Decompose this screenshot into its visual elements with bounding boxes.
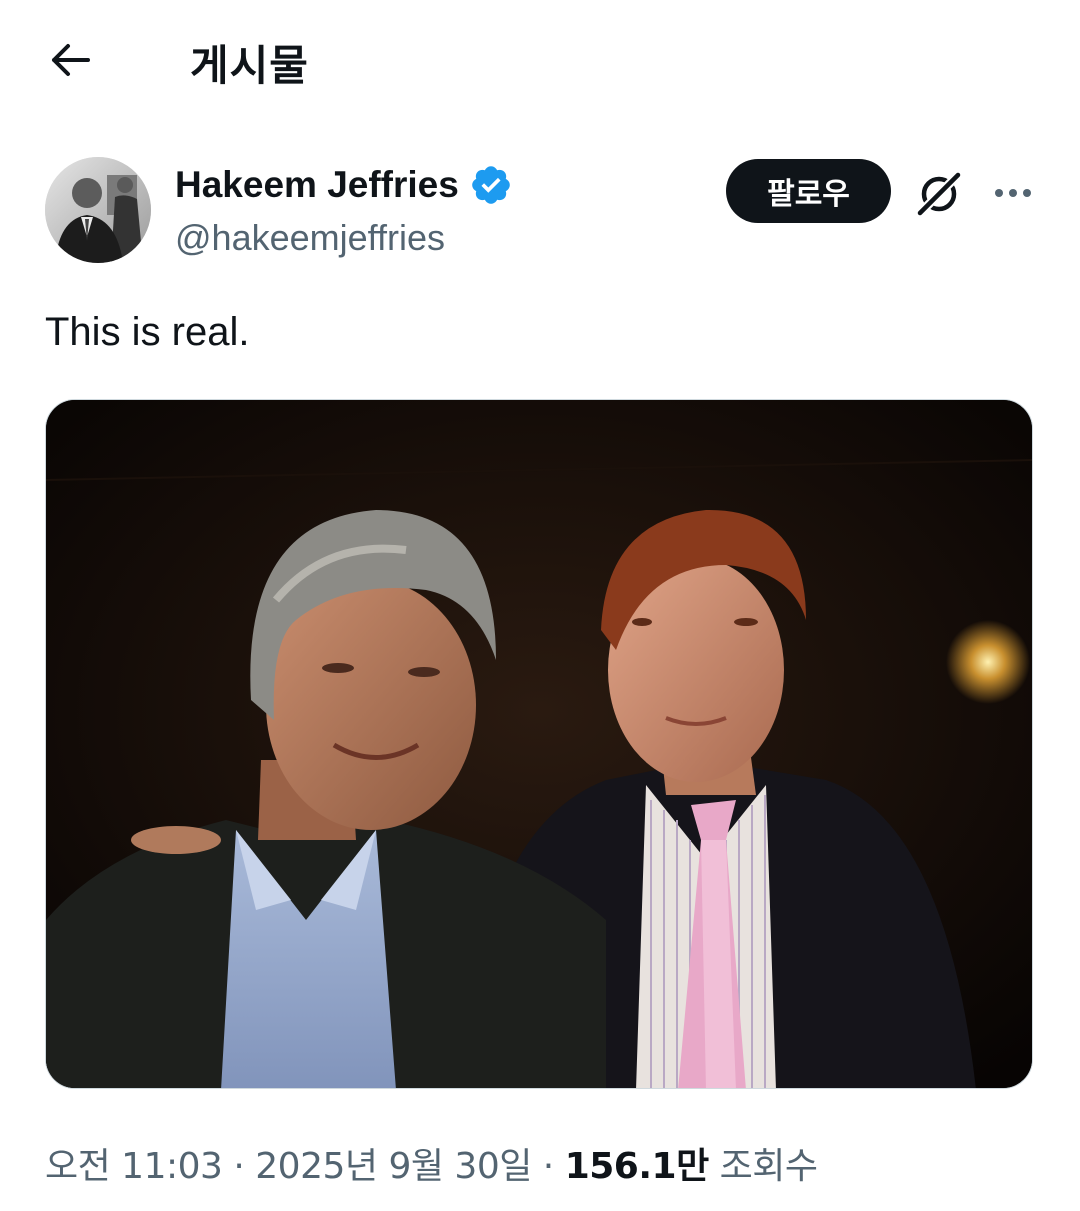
back-button[interactable]	[40, 30, 100, 90]
verified-badge-icon	[472, 166, 510, 204]
arrow-left-icon	[52, 44, 90, 76]
display-name-text: Hakeem Jeffries	[175, 164, 459, 205]
grok-button[interactable]	[910, 165, 968, 223]
photo-image	[46, 400, 1032, 1088]
meta-separator: ·	[222, 1146, 256, 1187]
handle[interactable]: @hakeemjeffries	[175, 217, 445, 259]
meta-separator: ·	[531, 1146, 565, 1187]
views-label: 조회수	[719, 1146, 818, 1187]
author-row: Hakeem Jeffries @hakeemjeffries 팔로우	[45, 157, 1035, 267]
display-name[interactable]: Hakeem Jeffries	[175, 163, 513, 207]
avatar[interactable]	[45, 157, 151, 263]
views-count: 156.1만	[564, 1146, 710, 1187]
tweet-photo[interactable]	[45, 399, 1033, 1089]
tweet-text: This is real.	[45, 310, 250, 354]
grok-icon	[916, 171, 962, 217]
top-bar: 게시물	[0, 0, 1080, 120]
tweet-meta: 오전 11:03 · 2025년 9월 30일 · 156.1만 조회수	[45, 1137, 818, 1189]
tweet-date[interactable]: 2025년 9월 30일	[255, 1146, 532, 1187]
avatar-image	[45, 157, 151, 263]
tweet-time[interactable]: 오전 11:03	[45, 1146, 223, 1187]
page-title: 게시물	[190, 41, 309, 90]
more-options-button[interactable]	[985, 165, 1041, 221]
follow-button[interactable]: 팔로우	[726, 159, 891, 223]
more-dots-icon	[995, 189, 1031, 197]
